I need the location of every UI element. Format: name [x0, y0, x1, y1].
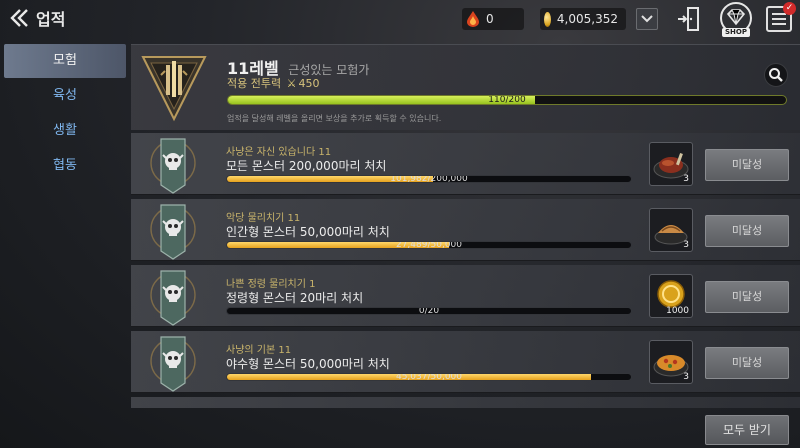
- applied-power: 적용 전투력 ⚔ 450: [227, 75, 319, 91]
- reward-slot[interactable]: 3: [649, 208, 693, 252]
- category-sidebar: 모험 육성 생활 협동: [4, 44, 126, 184]
- gold-currency: 4,005,352: [540, 8, 626, 30]
- achievement-progress-bar: 45,037/50,000: [226, 373, 632, 381]
- exit-door-icon[interactable]: [675, 6, 701, 32]
- skull-banner-icon: [150, 336, 196, 392]
- level-emblem-icon: [141, 56, 207, 122]
- skull-banner-icon: [150, 138, 196, 194]
- achievement-name: 모든 몬스터 200,000마리 처치: [226, 159, 387, 173]
- main-menu-button[interactable]: ✓: [766, 2, 796, 32]
- list-item: 나쁜 정령 물리치기 1 정령형 몬스터 20마리 처치 0/20 1000 미…: [131, 265, 800, 327]
- search-icon: [769, 68, 783, 82]
- claim-all-button[interactable]: 모두 받기: [705, 415, 789, 445]
- hamburger-icon: [772, 13, 786, 28]
- achievement-progress-text: 27,489/50,000: [395, 241, 462, 249]
- red-gem-icon: [467, 11, 479, 27]
- reward-slot[interactable]: 3: [649, 340, 693, 384]
- achievement-subtitle: 사냥의 기본 11: [226, 345, 292, 356]
- achievement-progress-bar: 0/20: [226, 307, 632, 315]
- achievement-name: 인간형 몬스터 50,000마리 처치: [226, 225, 390, 239]
- level-description: 업적을 달성해 레벨을 올리면 보상을 추가로 획득할 수 있습니다.: [227, 114, 442, 123]
- shop-label: SHOP: [722, 28, 750, 37]
- sidebar-item-cooperation[interactable]: 협동: [4, 149, 126, 183]
- achievement-progress-text: 45,037/50,000: [395, 373, 462, 381]
- reward-count: 3: [683, 240, 689, 250]
- page-title: 업적: [36, 10, 66, 29]
- gold-coin-icon: [544, 11, 551, 27]
- top-bar: 업적 0 4,005,352 SHOP ✓: [0, 0, 800, 40]
- achievement-subtitle: 나쁜 정령 물리치기 1: [226, 279, 316, 290]
- reward-count: 3: [683, 174, 689, 184]
- list-item: 사냥은 자신 있습니다 11 모든 몬스터 200,000마리 처치 101,9…: [131, 133, 800, 195]
- achievement-progress-bar: 27,489/50,000: [226, 241, 632, 249]
- claim-button[interactable]: 미달성: [705, 347, 789, 379]
- gold-amount: 4,005,352: [556, 12, 618, 26]
- achievement-progress-text: 101,982/200,000: [390, 175, 468, 183]
- notification-badge: ✓: [783, 2, 796, 15]
- claim-button[interactable]: 미달성: [705, 149, 789, 181]
- achievement-list: 사냥은 자신 있습니다 11 모든 몬스터 200,000마리 처치 101,9…: [131, 133, 800, 408]
- claim-button[interactable]: 미달성: [705, 215, 789, 247]
- search-button[interactable]: [764, 63, 788, 87]
- level-progress-text: 110/200: [488, 95, 526, 105]
- achievement-level-panel: 11레벨 근성있는 모험가 적용 전투력 ⚔ 450 110/200 업적을 달성…: [131, 44, 800, 130]
- achievement-subtitle: 사냥은 자신 있습니다 11: [226, 147, 332, 158]
- skull-banner-icon: [150, 204, 196, 260]
- sidebar-item-adventure[interactable]: 모험: [4, 44, 126, 78]
- power-value: 450: [298, 77, 320, 90]
- achievement-progress-bar: 101,982/200,000: [226, 175, 632, 183]
- list-item: 악당 물리치기 11 인간형 몬스터 50,000마리 처치 27,489/50…: [131, 199, 800, 261]
- reward-count: 3: [683, 372, 689, 382]
- crossed-swords-icon: ⚔: [286, 77, 297, 90]
- list-item: 사냥의 기본 11 야수형 몬스터 50,000마리 처치 45,037/50,…: [131, 331, 800, 393]
- chevron-down-icon: [641, 15, 653, 23]
- reward-slot[interactable]: 3: [649, 142, 693, 186]
- back-button[interactable]: 업적: [8, 6, 65, 30]
- currency-dropdown-button[interactable]: [636, 8, 658, 30]
- sidebar-item-growth[interactable]: 육성: [4, 79, 126, 113]
- back-arrow-icon: [10, 9, 28, 27]
- achievement-subtitle: 악당 물리치기 11: [226, 213, 301, 224]
- red-gem-currency: 0: [462, 8, 524, 30]
- skull-banner-icon: [150, 270, 196, 326]
- level-progress-bar: 110/200: [227, 95, 787, 105]
- achievement-name: 야수형 몬스터 50,000마리 처치: [226, 357, 390, 371]
- power-label: 적용 전투력: [227, 77, 282, 90]
- reward-slot[interactable]: 1000: [649, 274, 693, 318]
- reward-count: 1000: [666, 306, 689, 316]
- sidebar-item-life[interactable]: 생활: [4, 114, 126, 148]
- claim-button[interactable]: 미달성: [705, 281, 789, 313]
- red-gem-amount: 0: [486, 12, 494, 26]
- achievement-name: 정령형 몬스터 20마리 처치: [226, 291, 364, 305]
- achievement-progress-text: 0/20: [418, 307, 440, 315]
- list-item-partial: [131, 397, 800, 408]
